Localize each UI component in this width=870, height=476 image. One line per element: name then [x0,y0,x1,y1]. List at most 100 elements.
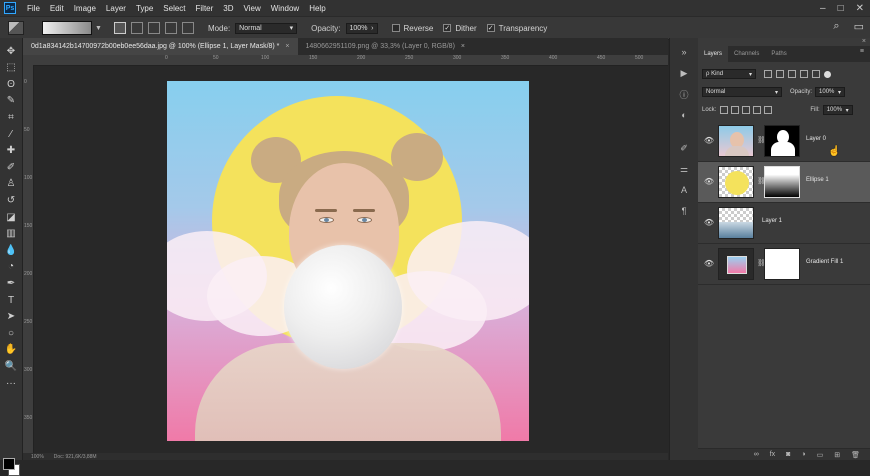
character-icon[interactable]: A [678,184,690,196]
gradient-picker-chevron-icon[interactable]: ▼ [95,25,102,32]
tab-second-document[interactable]: 1480662951109.png @ 33,3% (Layer 0, RGB/… [298,38,474,55]
search-icon[interactable]: ⌕ [833,20,839,33]
lock-all-icon[interactable] [764,106,773,114]
pixel-filter-icon[interactable] [764,70,772,78]
menu-type[interactable]: Type [131,4,158,13]
layer-mask-thumbnail[interactable] [764,125,800,157]
blend-mode-select[interactable]: Normal ▾ [702,87,782,97]
info-icon[interactable]: ⓘ [678,88,690,100]
path-select-icon[interactable]: ➤ [4,310,18,324]
menu-file[interactable]: File [22,4,45,13]
layer-name[interactable]: Layer 1 [762,218,782,224]
panel-menu-icon[interactable]: ≡ [860,48,864,55]
layer-row-ellipse-1[interactable]: 👁 ⛓ Ellipse 1 [698,162,870,203]
layer-name[interactable]: Ellipse 1 [806,177,829,183]
collapse-icon[interactable]: » [678,46,690,58]
zoom-level[interactable]: 100% [31,454,44,460]
linear-gradient-icon[interactable] [113,22,126,34]
workspace-icon[interactable]: ▭ [854,20,864,33]
menu-layer[interactable]: Layer [101,4,131,13]
brush-tool-icon[interactable]: ✐ [4,160,18,174]
menu-help[interactable]: Help [304,4,330,13]
fx-icon[interactable]: fx [770,451,775,458]
eye-icon[interactable]: 👁 [704,177,714,186]
layer-mask-thumbnail[interactable] [764,166,800,198]
fill-field[interactable]: 100% ▾ [822,105,853,115]
tab-layers[interactable]: Layers [698,46,729,62]
document-canvas[interactable] [167,81,529,441]
healing-brush-icon[interactable]: ✚ [4,144,18,158]
close-icon[interactable]: × [285,43,289,50]
layer-row-layer-0[interactable]: 👁 ⛓ Layer 0 [698,121,870,162]
layer-row-layer-1[interactable]: 👁 Layer 1 [698,203,870,244]
eraser-tool-icon[interactable]: ◪ [4,210,18,224]
close-window-icon[interactable]: ✕ [856,3,864,14]
layer-name[interactable]: Layer 0 [806,136,826,142]
blur-tool-icon[interactable]: 💧 [4,243,18,257]
adjustment-filter-icon[interactable] [776,70,784,78]
play-icon[interactable]: ▶ [678,67,690,79]
menu-select[interactable]: Select [158,4,190,13]
hand-tool-icon[interactable]: ✋ [4,343,18,357]
eye-icon[interactable]: 👁 [704,218,714,227]
pen-tool-icon[interactable]: ✒ [4,276,18,290]
lock-position-icon[interactable] [742,106,751,114]
new-layer-icon[interactable]: ⊞ [834,451,840,459]
tab-paths[interactable]: Paths [765,46,792,62]
lock-transparent-icon[interactable] [720,106,729,114]
group-icon[interactable]: ▭ [817,451,824,459]
transparency-checkbox[interactable]: ✓ [486,24,495,32]
close-icon[interactable]: × [461,43,465,50]
ellipse-tool-icon[interactable]: ○ [4,326,18,340]
adjust-icon[interactable]: ◐ [678,109,690,121]
adjustment-layer-icon[interactable]: ◑ [801,451,805,458]
filter-toggle-icon[interactable] [824,70,831,78]
move-tool-icon[interactable]: ✥ [4,44,18,58]
eye-icon[interactable]: 👁 [704,136,714,145]
tab-active-document[interactable]: 0d1a834142b14700972b00eb0ee56daa.jpg @ 1… [23,38,298,55]
brush-settings-icon[interactable]: ✐ [678,142,690,154]
clone-stamp-icon[interactable]: ♙ [4,177,18,191]
layer-row-gradient-fill-1[interactable]: 👁 ⛓ Gradient Fill 1 [698,244,870,285]
eye-icon[interactable]: 👁 [704,259,714,268]
type-tool-icon[interactable]: T [4,293,18,307]
lock-artboard-icon[interactable] [753,106,762,114]
angle-gradient-icon[interactable] [147,22,160,34]
menu-filter[interactable]: Filter [191,4,219,13]
lasso-tool-icon[interactable]: ʘ [4,77,18,91]
zoom-tool-icon[interactable]: 🔍 [4,359,18,373]
paragraph-icon[interactable]: ¶ [678,205,690,217]
layer-mask-thumbnail[interactable] [764,248,800,280]
history-brush-icon[interactable]: ↺ [4,193,18,207]
layer-name[interactable]: Gradient Fill 1 [806,259,843,265]
smart-object-filter-icon[interactable] [812,70,820,78]
maximize-icon[interactable]: □ [838,3,844,14]
shape-filter-icon[interactable] [800,70,808,78]
minimize-icon[interactable]: – [820,3,826,14]
eyedropper-tool-icon[interactable]: ⁄ [4,127,18,141]
menu-window[interactable]: Window [266,4,304,13]
gradient-picker[interactable] [42,21,92,35]
delete-layer-icon[interactable]: 🗑 [851,451,860,459]
sliders-icon[interactable]: ⚌ [678,163,690,175]
tool-preset-icon[interactable] [8,21,24,35]
gradient-tool-icon[interactable]: ▥ [4,227,18,241]
menu-image[interactable]: Image [69,4,101,13]
kind-filter-select[interactable]: ρ Kind ▾ [702,69,756,79]
tab-channels[interactable]: Channels [728,46,765,62]
type-filter-icon[interactable] [788,70,796,78]
menu-3d[interactable]: 3D [218,4,238,13]
radial-gradient-icon[interactable] [130,22,143,34]
crop-tool-icon[interactable]: ⌗ [4,110,18,124]
menu-edit[interactable]: Edit [45,4,69,13]
mask-icon[interactable]: ◙ [786,451,790,458]
dodge-tool-icon[interactable]: ◔ [4,260,18,274]
close-icon[interactable]: × [862,38,866,45]
reflected-gradient-icon[interactable] [164,22,177,34]
diamond-gradient-icon[interactable] [181,22,194,34]
mode-select[interactable]: Normal ▾ [235,22,298,34]
layer-opacity-field[interactable]: 100% ▾ [815,87,846,97]
reverse-checkbox[interactable] [391,24,400,32]
canvas-area[interactable] [34,66,668,453]
more-tools-icon[interactable]: ··· [4,376,18,390]
